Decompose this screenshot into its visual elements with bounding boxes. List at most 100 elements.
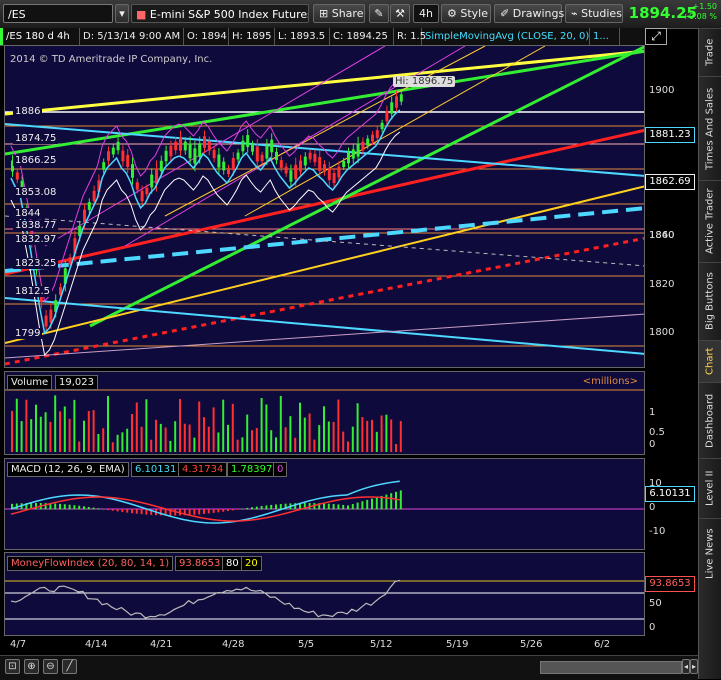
candle: [83, 209, 86, 223]
macd-diff: 1.78397: [227, 462, 277, 477]
scroll-left-icon[interactable]: ◂: [682, 659, 690, 674]
drawing-tools-icon[interactable]: ⚒: [390, 4, 410, 23]
candle: [380, 122, 384, 130]
drawings-button[interactable]: ✐ Drawings: [494, 4, 564, 23]
sidebar-tab-chart[interactable]: Chart: [699, 340, 721, 382]
volume-bar: [260, 397, 263, 452]
studies-button[interactable]: ⌁ Studies: [565, 4, 623, 23]
macd-hist-bar: [102, 508, 105, 510]
sidebar-tab-level-ii[interactable]: Level II: [699, 458, 721, 518]
candle: [375, 130, 379, 138]
macd-hist-bar: [342, 504, 345, 510]
volume-bar: [159, 423, 162, 452]
volume-bar: [150, 439, 153, 452]
sidebar-tab-dashboard[interactable]: Dashboard: [699, 382, 721, 458]
macd-hist-bar: [107, 509, 109, 511]
zoom-in-icon[interactable]: ⊕: [24, 659, 39, 674]
volume-bar: [11, 410, 13, 452]
share-button[interactable]: ⊞ Share: [313, 4, 365, 23]
drawing-line-icon[interactable]: ╱: [62, 659, 77, 674]
volume-chart: [5, 389, 644, 452]
candle: [308, 152, 312, 160]
bar-range: R: 1.5: [394, 28, 426, 45]
volume-label: Volume: [7, 375, 53, 390]
time-scrollbar[interactable]: [540, 661, 682, 674]
macd-hist-bar: [246, 507, 249, 510]
price-tick: 1840: [649, 230, 675, 241]
drawings-icon: ✐: [500, 7, 510, 20]
volume-value: 19,023: [55, 375, 98, 390]
symbol-dropdown-icon[interactable]: ▾: [115, 4, 129, 23]
zoom-out-icon[interactable]: ⊖: [43, 659, 58, 674]
price-axis[interactable]: 1900 1860 1840 1820 1800 1881.23 1862.69: [645, 45, 698, 368]
date-tick: 5/26: [520, 639, 543, 650]
macd-hist-bar: [92, 507, 95, 510]
mfi-axis[interactable]: 50 0 93.8653: [645, 552, 698, 636]
candle: [107, 151, 110, 161]
level-label: 1812.5: [13, 286, 52, 297]
style-icon: ⚙: [447, 7, 457, 20]
timeframe-button[interactable]: 4h: [413, 4, 439, 23]
volume-pane[interactable]: Volume 19,023 <millions>: [4, 371, 645, 455]
candle: [255, 146, 259, 162]
volume-axis[interactable]: 1 0.5 0: [645, 371, 698, 455]
candle: [174, 141, 178, 151]
volume-bar: [270, 430, 273, 452]
expand-icon[interactable]: ⤢: [645, 28, 667, 45]
symbol-input[interactable]: /ES: [3, 4, 113, 23]
candle: [183, 141, 187, 151]
candle: [246, 135, 250, 147]
more-studies[interactable]: 1...: [590, 28, 620, 45]
sidebar-tab-big-buttons[interactable]: Big Buttons: [699, 262, 721, 340]
macd-hist-bar: [265, 505, 268, 510]
price-change: +1.50 +0.08 %: [682, 2, 717, 21]
price-chart: [5, 46, 644, 366]
sidebar-tab-live-news[interactable]: Live News: [699, 518, 721, 588]
macd-axis[interactable]: 10 0 -10 6.10131: [645, 458, 698, 550]
time-axis[interactable]: 4/7 4/14 4/21 4/28 5/5 5/12 5/19 5/26 6/2: [4, 636, 698, 655]
candle: [236, 152, 240, 160]
price-pane[interactable]: 2014 © TD Ameritrade IP Company, Inc. Hi…: [4, 45, 645, 368]
sidebar-tab-active-trader[interactable]: Active Trader: [699, 180, 721, 262]
candle: [44, 315, 48, 327]
volume-bar: [217, 432, 220, 452]
volume-bar: [251, 430, 253, 452]
volume-bar: [313, 439, 316, 452]
volume-bar: [193, 437, 196, 452]
bar-open: O: 1894: [184, 28, 229, 45]
zoom-box-icon[interactable]: ⊡: [5, 659, 20, 674]
candle: [227, 167, 230, 175]
candle: [313, 153, 317, 163]
volume-bar: [375, 431, 378, 452]
candle: [92, 190, 96, 202]
style-button[interactable]: ⚙ Style: [441, 4, 491, 23]
volume-bar: [87, 411, 90, 452]
volume-bar: [54, 395, 57, 452]
crosshair-icon[interactable]: ✎: [369, 4, 389, 23]
price-tick: 1820: [649, 279, 675, 290]
mfi-pane[interactable]: MoneyFlowIndex (20, 80, 14, 1) 93.8653 8…: [4, 552, 645, 636]
candle: [323, 164, 326, 172]
macd-pane[interactable]: MACD (12, 26, 9, EMA) 6.10131 4.31734 1.…: [4, 458, 645, 550]
sidebar-tab-times-and-sales[interactable]: Times And Sales: [699, 76, 721, 180]
scroll-right-icon[interactable]: ▸: [690, 659, 698, 674]
candle: [366, 138, 370, 146]
macd-hist-bar: [323, 503, 325, 510]
volume-bar: [68, 418, 71, 452]
volume-bar: [39, 416, 42, 452]
study-label[interactable]: SimpleMovingAvg (CLOSE, 20, 0): [422, 28, 590, 45]
sidebar-tab-trade[interactable]: Trade: [699, 28, 721, 76]
candle: [87, 202, 91, 210]
volume-bar: [236, 439, 239, 452]
top-toolbar: /ES ▾ ■ E-mini S&P 500 Index Futures,ET.…: [0, 0, 721, 29]
macd-hist-bar: [399, 490, 402, 510]
volume-bar: [140, 426, 143, 452]
volume-bar: [78, 441, 81, 452]
volume-bar: [337, 399, 340, 452]
macd-hist-bar: [116, 509, 119, 512]
volume-bar: [111, 442, 114, 452]
macd-hist-bar: [337, 504, 340, 510]
volume-bar: [380, 415, 383, 452]
candle: [251, 144, 254, 152]
volume-bar: [255, 427, 258, 452]
